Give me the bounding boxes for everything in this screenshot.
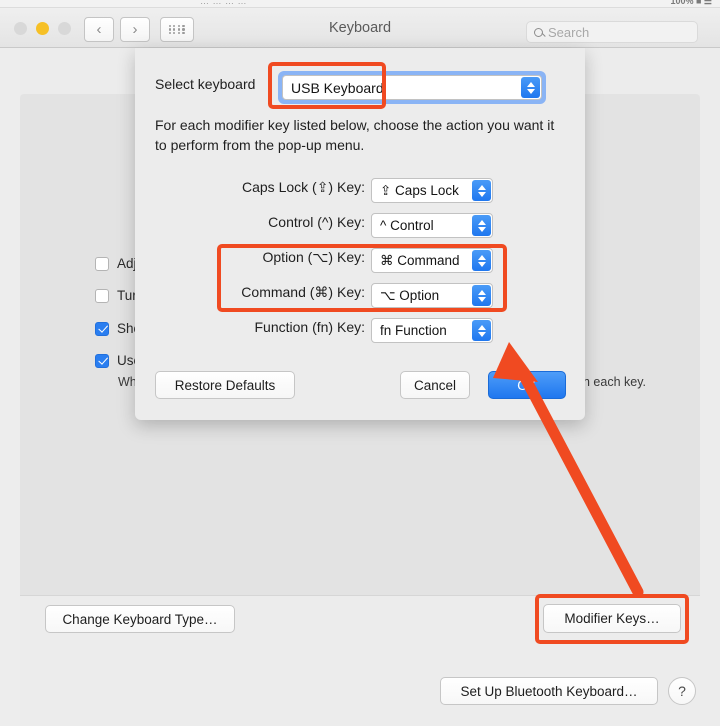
search-icon <box>534 27 543 37</box>
popup-value-caps-lock: ⇪ Caps Lock <box>380 182 459 198</box>
menu-bar-left-text: … … … … <box>200 0 248 6</box>
search-input[interactable]: Search <box>526 21 698 43</box>
popup-value-option: ⌘ Command <box>380 252 460 268</box>
row-label-option: Option (⌥) Key: <box>262 249 366 265</box>
row-label-control: Control (^) Key: <box>268 214 365 230</box>
stepper-arrows-icon[interactable] <box>472 285 491 306</box>
popup-value-command: ⌥ Option <box>380 287 440 303</box>
popup-option[interactable]: ⌘ Command <box>371 248 493 273</box>
checkbox-use[interactable] <box>95 353 109 368</box>
ok-button[interactable]: OK <box>488 371 566 399</box>
modifier-keys-sheet: Select keyboard USB Keyboard For each mo… <box>135 48 585 420</box>
screenshot-root: … … … … 100% ■ ☰ Adj Tur Sho Use Wh n ea… <box>0 0 720 726</box>
checkbox-row-turn[interactable]: Tur <box>95 288 137 303</box>
window-title-bar: ‹ › Keyboard Search <box>0 8 720 48</box>
popup-caps-lock[interactable]: ⇪ Caps Lock <box>371 178 493 203</box>
sub-note-right: n each key. <box>583 375 647 389</box>
select-keyboard-label: Select keyboard <box>155 76 256 92</box>
popup-value-control: ^ Control <box>380 218 434 233</box>
row-label-function: Function (fn) Key: <box>254 319 366 335</box>
popup-command[interactable]: ⌥ Option <box>371 283 493 308</box>
row-label-caps-lock: Caps Lock (⇪) Key: <box>242 179 365 195</box>
cancel-button[interactable]: Cancel <box>400 371 470 399</box>
menu-bar-right-text: 100% ■ ☰ <box>670 0 712 6</box>
checkbox-show[interactable] <box>95 321 109 336</box>
checkbox-label-adjust: Adj <box>117 256 137 271</box>
checkbox-adjust[interactable] <box>95 256 109 271</box>
select-keyboard-value: USB Keyboard <box>291 79 384 96</box>
popup-function[interactable]: fn Function <box>371 318 493 343</box>
help-button[interactable]: ? <box>668 677 696 705</box>
select-keyboard-popup[interactable]: USB Keyboard <box>282 75 542 100</box>
stepper-arrows-icon[interactable] <box>472 215 491 236</box>
search-placeholder: Search <box>548 24 590 40</box>
restore-defaults-button[interactable]: Restore Defaults <box>155 371 295 399</box>
change-keyboard-type-button[interactable]: Change Keyboard Type… <box>45 605 235 633</box>
checkbox-label-turn: Tur <box>117 288 137 303</box>
row-label-command: Command (⌘) Key: <box>241 284 365 300</box>
content-left-strip <box>0 48 20 726</box>
stepper-arrows-icon[interactable] <box>472 180 491 201</box>
stepper-arrows-icon[interactable] <box>521 77 540 98</box>
select-keyboard-combo[interactable]: USB Keyboard <box>278 71 546 104</box>
menu-bar-sliver: … … … … 100% ■ ☰ <box>0 0 720 8</box>
popup-value-function: fn Function <box>380 323 447 338</box>
sheet-description: For each modifier key listed below, choo… <box>155 117 555 154</box>
modifier-keys-button[interactable]: Modifier Keys… <box>543 604 681 633</box>
popup-control[interactable]: ^ Control <box>371 213 493 238</box>
panel-divider <box>20 595 700 596</box>
stepper-arrows-icon[interactable] <box>472 250 491 271</box>
checkbox-turn[interactable] <box>95 288 109 303</box>
set-up-bluetooth-keyboard-button[interactable]: Set Up Bluetooth Keyboard… <box>440 677 658 705</box>
checkbox-row-adjust[interactable]: Adj <box>95 256 137 271</box>
stepper-arrows-icon[interactable] <box>472 320 491 341</box>
sub-note-left: Wh <box>118 375 137 389</box>
